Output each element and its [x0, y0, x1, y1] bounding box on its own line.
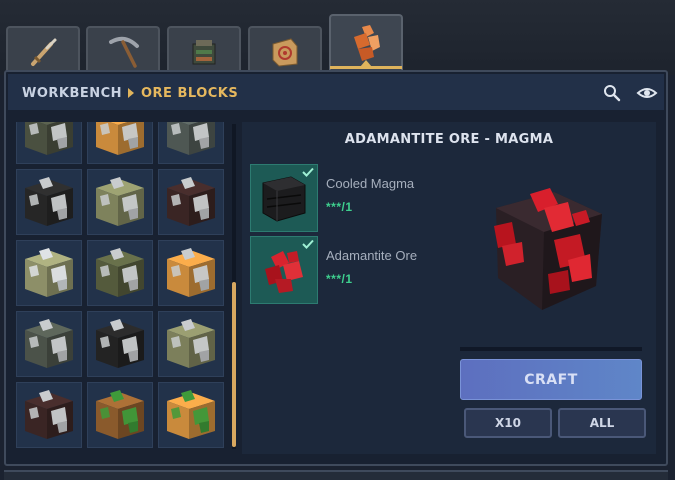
- breadcrumb-workbench[interactable]: WORKBENCH: [22, 86, 122, 101]
- recipe-grid-item[interactable]: [158, 311, 224, 377]
- recipe-grid-item[interactable]: [16, 122, 82, 164]
- craft-progress-bar: [460, 347, 642, 351]
- craft-all-button[interactable]: ALL: [558, 408, 646, 438]
- recipe-grid-item[interactable]: [16, 382, 82, 448]
- recipe-grid-item[interactable]: [87, 122, 153, 164]
- ore-block-icon: [96, 122, 144, 155]
- tab-weapons[interactable]: [6, 26, 80, 76]
- recipe-grid-item[interactable]: [87, 382, 153, 448]
- tab-blocks[interactable]: [248, 26, 322, 76]
- recipe-grid-item[interactable]: [16, 311, 82, 377]
- recipe-title: ADAMANTITE ORE - MAGMA: [344, 132, 554, 147]
- ore-block-icon: [96, 319, 144, 368]
- ore-block-icon: [25, 390, 73, 439]
- bottom-bar: [4, 470, 668, 480]
- ore-block-icon: [96, 177, 144, 226]
- ore-crystal-icon: [354, 25, 380, 61]
- ingredient-slot[interactable]: [250, 164, 318, 232]
- ingredient-name: Cooled Magma: [326, 176, 415, 191]
- ingredient-slot[interactable]: [250, 236, 318, 304]
- craft-button[interactable]: CRAFT: [460, 359, 642, 400]
- ingredient-name: Adamantite Ore: [326, 248, 418, 263]
- ore-block-icon: [167, 390, 215, 439]
- recipe-grid-item[interactable]: [158, 382, 224, 448]
- crafting-panel: WORKBENCH ORE BLOCKS ADAMANTITE ORE - MA…: [4, 70, 668, 466]
- ore-block-icon: [96, 390, 144, 439]
- recipe-grid-item[interactable]: [158, 122, 224, 164]
- ore-block-icon: [25, 177, 73, 226]
- ore-block-icon: [167, 319, 215, 368]
- recipe-detail: ADAMANTITE ORE - MAGMA Cooled Magma ***/…: [242, 122, 656, 454]
- cooled-magma-icon: [262, 176, 306, 222]
- recipe-grid-item[interactable]: [87, 240, 153, 306]
- ore-block-icon: [96, 248, 144, 297]
- tab-stations[interactable]: [167, 26, 241, 76]
- pickaxe-icon: [109, 36, 139, 68]
- ore-block-icon: [25, 248, 73, 297]
- panel-header: WORKBENCH ORE BLOCKS: [8, 74, 664, 110]
- recipe-grid: [16, 122, 228, 452]
- ingredient-count: ***/1: [326, 272, 353, 286]
- recipe-grid-item[interactable]: [158, 240, 224, 306]
- craft-x10-button[interactable]: X10: [464, 408, 552, 438]
- recipe-grid-item[interactable]: [87, 169, 153, 235]
- check-icon: [302, 167, 314, 177]
- workbench-icon: [192, 40, 216, 65]
- ingredient-count: ***/1: [326, 200, 353, 214]
- ore-block-icon: [167, 248, 215, 297]
- tab-tools[interactable]: [86, 26, 160, 76]
- breadcrumb-arrow-icon: [128, 88, 134, 98]
- search-icon[interactable]: [602, 83, 622, 103]
- breadcrumb-ore-blocks: ORE BLOCKS: [141, 86, 239, 101]
- recipe-grid-item[interactable]: [87, 311, 153, 377]
- ore-block-icon: [167, 122, 215, 155]
- recipe-grid-item[interactable]: [158, 169, 224, 235]
- eye-icon[interactable]: [636, 83, 658, 103]
- check-icon: [302, 239, 314, 249]
- recipe-grid-item[interactable]: [16, 240, 82, 306]
- scrollbar-thumb[interactable]: [232, 282, 236, 447]
- target-block-icon: [272, 38, 298, 67]
- ore-block-icon: [25, 122, 73, 155]
- recipe-grid-item[interactable]: [16, 169, 82, 235]
- adamantite-ore-icon: [265, 251, 303, 293]
- adamantite-magma-block-icon: [494, 188, 602, 310]
- ore-block-icon: [25, 319, 73, 368]
- ore-block-icon: [167, 177, 215, 226]
- active-tab-indicator: [330, 66, 402, 69]
- sword-icon: [31, 38, 57, 66]
